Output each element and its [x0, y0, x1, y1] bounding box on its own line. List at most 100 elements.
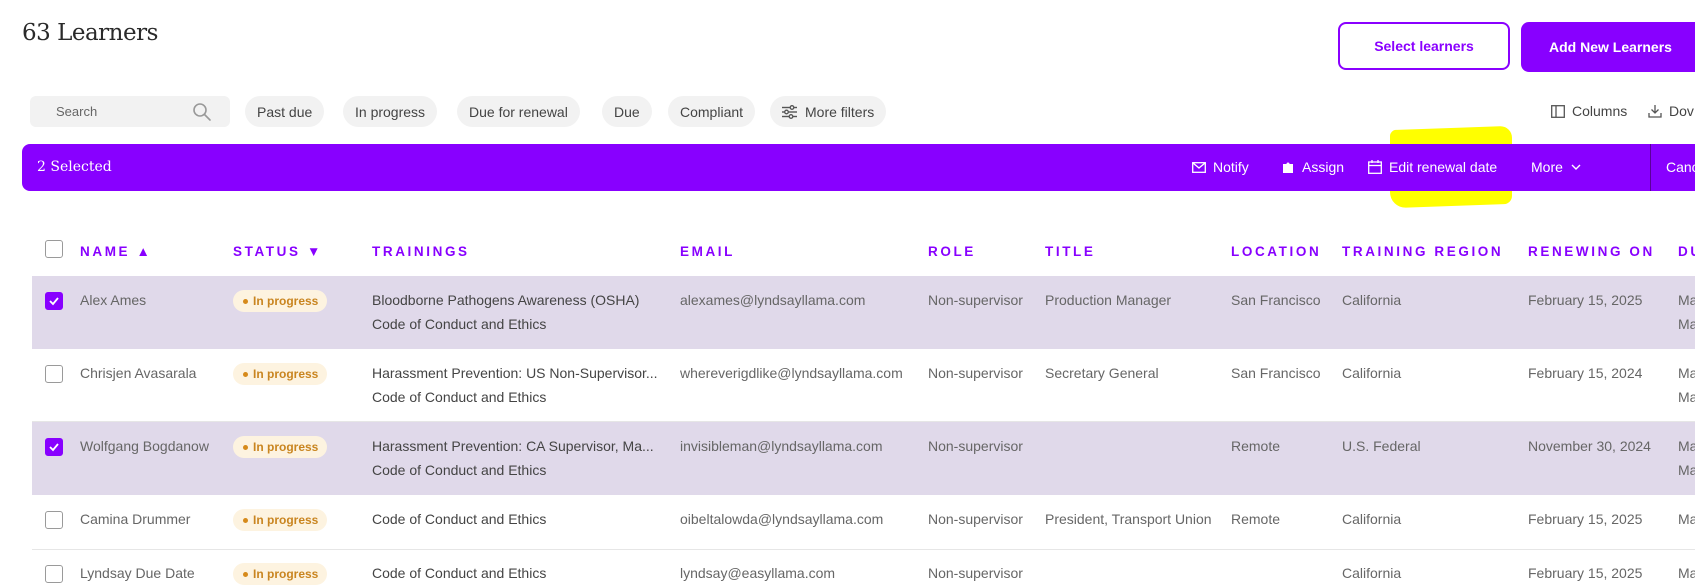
- more-filters-button[interactable]: More filters: [770, 96, 887, 127]
- column-header-email: EMAIL: [680, 244, 735, 259]
- email-cell: alexames@lyndsayllama.com: [680, 292, 866, 308]
- role-cell: Non-supervisor: [928, 292, 1023, 308]
- more-label: More: [1531, 159, 1563, 175]
- notify-button[interactable]: Notify: [1192, 159, 1249, 175]
- region-cell: California: [1342, 511, 1402, 527]
- title-cell: President, Transport Union: [1045, 511, 1212, 527]
- table-row[interactable]: Lyndsay Due Date In progress Code of Con…: [32, 550, 1695, 585]
- status-dot: [243, 571, 248, 577]
- column-header-renewing-on: RENEWING ON: [1528, 244, 1655, 259]
- location-cell: Remote: [1231, 511, 1281, 527]
- column-header-role: ROLE: [928, 244, 976, 259]
- due-cell: Ma: [1678, 438, 1695, 454]
- learner-name[interactable]: Chrisjen Avasarala: [80, 365, 196, 381]
- training-item: Code of Conduct and Ethics: [372, 462, 547, 478]
- calendar-icon: [1368, 160, 1382, 174]
- status-dot: [243, 517, 248, 523]
- table-row[interactable]: Chrisjen Avasarala In progress Harassmen…: [32, 349, 1695, 422]
- status-badge: In progress: [233, 290, 328, 312]
- assign-label: Assign: [1302, 159, 1345, 175]
- edit-renewal-date-button[interactable]: Edit renewal date: [1368, 159, 1497, 175]
- status-badge: In progress: [233, 363, 328, 385]
- table-row[interactable]: Camina Drummer In progress Code of Condu…: [32, 495, 1695, 550]
- status-dot: [243, 371, 248, 377]
- column-header-trainings: TRAININGS: [372, 244, 470, 259]
- column-header-training-region: TRAINING REGION: [1342, 244, 1504, 259]
- training-item: Code of Conduct and Ethics: [372, 316, 547, 332]
- status-badge: In progress: [233, 563, 328, 585]
- download-label: Dov: [1669, 103, 1694, 119]
- puzzle-icon: [1283, 162, 1293, 173]
- row-checkbox[interactable]: [45, 292, 63, 310]
- columns-button[interactable]: Columns: [1551, 103, 1627, 119]
- region-cell: California: [1342, 292, 1402, 308]
- learner-name[interactable]: Camina Drummer: [80, 511, 190, 527]
- columns-label: Columns: [1572, 103, 1628, 119]
- page-title: 63 Learners: [22, 20, 158, 46]
- renewing-cell: February 15, 2024: [1528, 365, 1643, 381]
- table-header: NAME ▲ STATUS ▼ TRAININGS EMAIL ROLE TIT…: [32, 236, 1695, 266]
- status-label: In progress: [253, 367, 319, 381]
- region-cell: U.S. Federal: [1342, 438, 1421, 454]
- training-item: Code of Conduct and Ethics: [372, 389, 547, 405]
- row-checkbox[interactable]: [45, 438, 63, 456]
- renewing-cell: February 15, 2025: [1528, 511, 1643, 527]
- training-item: Harassment Prevention: US Non-Supervisor…: [372, 365, 658, 381]
- status-label: In progress: [253, 567, 319, 581]
- filter-in-progress[interactable]: In progress: [343, 96, 438, 127]
- region-cell: California: [1342, 565, 1402, 581]
- learner-name[interactable]: Lyndsay Due Date: [80, 565, 195, 581]
- table-row[interactable]: Wolfgang Bogdanow In progress Harassment…: [32, 422, 1695, 495]
- row-checkbox[interactable]: [45, 511, 63, 529]
- due-cell: Ma: [1678, 511, 1695, 527]
- role-cell: Non-supervisor: [928, 438, 1023, 454]
- role-cell: Non-supervisor: [928, 365, 1023, 381]
- status-dot: [243, 298, 248, 304]
- location-cell: San Francisco: [1231, 292, 1321, 308]
- add-new-learners-button[interactable]: Add New Learners: [1521, 22, 1695, 72]
- training-item: Code of Conduct and Ethics: [372, 511, 547, 527]
- more-filters-label: More filters: [805, 103, 875, 120]
- learner-name[interactable]: Wolfgang Bogdanow: [80, 438, 209, 454]
- columns-icon: [1551, 104, 1565, 118]
- status-label: In progress: [253, 294, 319, 308]
- role-cell: Non-supervisor: [928, 565, 1023, 581]
- download-button[interactable]: Dov: [1648, 103, 1694, 119]
- assign-button[interactable]: Assign: [1282, 159, 1344, 175]
- filter-past-due[interactable]: Past due: [245, 96, 325, 127]
- email-cell: invisibleman@lyndsayllama.com: [680, 438, 883, 454]
- due-cell: Ma: [1678, 565, 1695, 581]
- notify-label: Notify: [1213, 159, 1249, 175]
- search-box[interactable]: [30, 96, 230, 127]
- email-cell: lyndsay@easyllama.com: [680, 565, 836, 581]
- search-input[interactable]: [54, 103, 188, 120]
- table-row[interactable]: Alex Ames In progress Bloodborne Pathoge…: [32, 276, 1695, 349]
- selection-bar-divider: [1650, 144, 1651, 191]
- filter-due-for-renewal[interactable]: Due for renewal: [457, 96, 580, 127]
- row-checkbox[interactable]: [45, 565, 63, 583]
- column-header-name[interactable]: NAME ▲: [80, 244, 152, 259]
- email-cell: whereverigdlike@lyndsayllama.com: [680, 365, 903, 381]
- due-cell: Ma: [1678, 462, 1695, 478]
- status-label: In progress: [253, 440, 319, 454]
- column-header-status[interactable]: STATUS ▼: [233, 244, 323, 259]
- filter-compliant[interactable]: Compliant: [668, 96, 756, 127]
- sliders-icon: [782, 104, 797, 119]
- edit-renewal-date-label: Edit renewal date: [1389, 159, 1498, 175]
- cancel-button[interactable]: Canc: [1666, 159, 1695, 175]
- search-icon[interactable]: [192, 102, 212, 127]
- due-cell: Ma: [1678, 365, 1695, 381]
- column-header-due: DU: [1678, 244, 1695, 259]
- more-dropdown[interactable]: More: [1531, 159, 1588, 175]
- training-item: Code of Conduct and Ethics: [372, 565, 547, 581]
- renewing-cell: February 15, 2025: [1528, 565, 1643, 581]
- due-cell: Ma: [1678, 316, 1695, 332]
- learner-name[interactable]: Alex Ames: [80, 292, 146, 308]
- row-checkbox[interactable]: [45, 365, 63, 383]
- column-header-title: TITLE: [1045, 244, 1096, 259]
- select-learners-button[interactable]: Select learners: [1338, 22, 1510, 70]
- select-all-checkbox[interactable]: [45, 240, 63, 258]
- chevron-down-icon: [1571, 164, 1581, 170]
- email-cell: oibeltalowda@lyndsayllama.com: [680, 511, 884, 527]
- filter-due[interactable]: Due: [602, 96, 652, 127]
